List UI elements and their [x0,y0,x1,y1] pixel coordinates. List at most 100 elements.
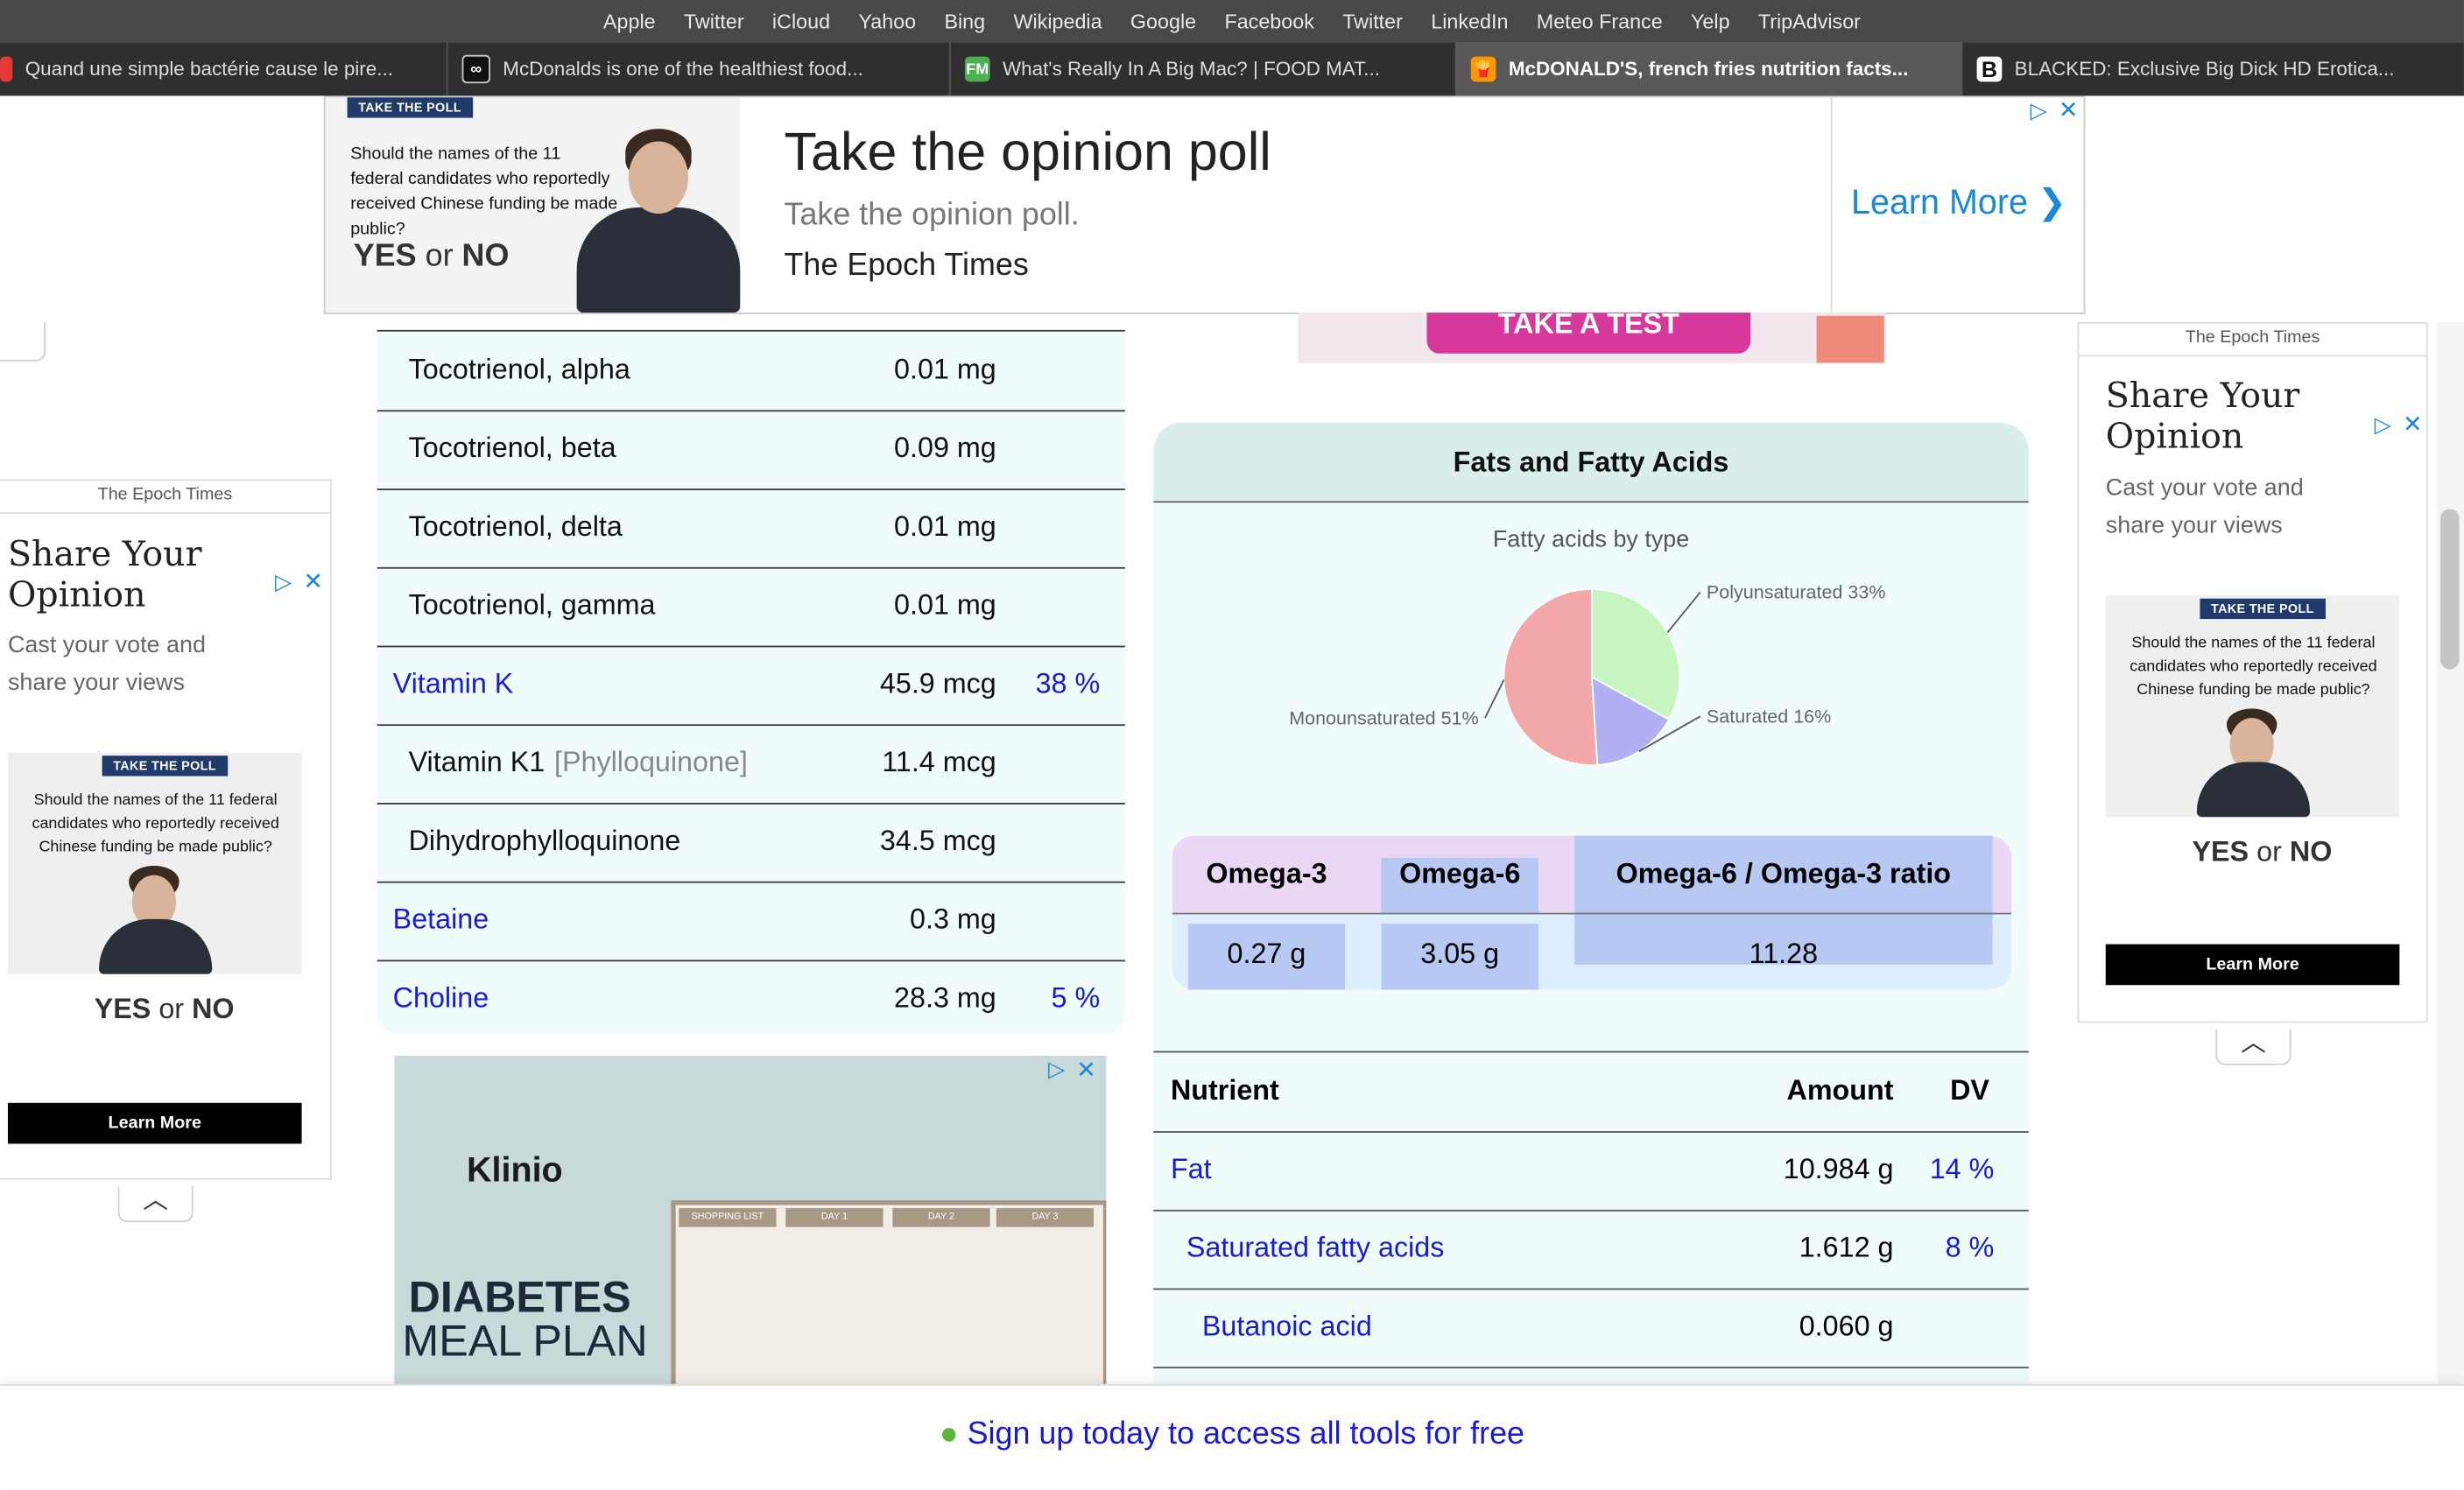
chevron-up-icon[interactable]: ︿ [117,1185,194,1223]
adchoices-icon[interactable]: ▷ [2375,411,2391,439]
table-row[interactable]: Butanoic acid 0.060 g [1153,1289,2029,1369]
fries-icon: 🍟 [1470,56,1496,82]
table-row[interactable]: Saturated fatty acids 1.612 g 8 % [1153,1210,2029,1290]
nutrient-row: Dihydrophylloquinone 34.5 mcg [377,803,1125,883]
pie-label: Polyunsaturated 33% [1707,582,1886,603]
collapse-tab[interactable] [0,321,46,362]
nutrient-row: Tocotrienol, beta 0.09 mg [377,410,1125,490]
nutrient-amount: 28.3 mg [894,981,996,1014]
nutrient-dv: 38 % [1035,667,1101,699]
bookmark-item[interactable]: Facebook [1224,10,1313,33]
face-image [628,141,689,214]
ad-headline[interactable]: Take the opinion poll [785,123,1271,184]
nutrient-name[interactable]: Betaine [393,903,489,937]
learn-more-button[interactable]: Learn More [7,1102,302,1144]
bookmark-item[interactable]: Apple [603,10,656,33]
nutrient-row[interactable]: Vitamin K 45.9 mcg 38 % [377,646,1125,727]
table-row[interactable]: Fat 10.984 g 14 % [1153,1131,2029,1212]
nutrient-name: Tocotrienol, beta [408,432,616,464]
nutrient-amount: 0.3 mg [910,903,996,935]
nutrient-alias: [Phylloquinone] [553,746,748,778]
meal-plan-image: SHOPPING LIST DAY 1 DAY 2 DAY 3 [671,1200,1107,1385]
nutrient-name[interactable]: Fat [1171,1153,1212,1186]
scrollbar-thumb[interactable] [2440,509,2460,670]
tab-strip: Quand une simple bactérie cause le pire.… [0,42,2464,96]
pie-slice [1503,588,1599,766]
signup-bar[interactable]: ● Sign up today to access all tools for … [0,1384,2464,1490]
fatty-acid-pie-chart: Polyunsaturated 33% Saturated 16% Monounsa… [1289,582,1886,766]
nutrient-amount: 0.01 mg [894,588,996,621]
nutrient-name[interactable]: Saturated fatty acids [1186,1232,1444,1265]
partial-banner-ad[interactable]: TAKE A TEST [1298,313,1886,363]
nutrient-name[interactable]: Vitamin K [393,668,514,701]
bookmark-item[interactable]: iCloud [772,10,830,33]
smile-icon [1816,315,1884,363]
nutrient-name: Tocotrienol, gamma [408,588,656,621]
ad-title: DIABETES [408,1272,631,1322]
bookmark-item[interactable]: LinkedIn [1431,10,1508,33]
ad-title[interactable]: Share Your Opinion [2106,377,2373,459]
browser-tab-active[interactable]: 🍟 McDONALD'S, french fries nutrition fac… [1454,42,1963,96]
fm-icon: FM [964,56,990,82]
bookmark-item[interactable]: Meteo France [1537,10,1663,33]
nutrient-name: Dihydrophylloquinone [408,825,681,857]
table-header-row: Nutrient Amount DV [1153,1052,2029,1133]
bookmark-item[interactable]: Bing [944,10,985,33]
adchoices-icon[interactable]: ▷ [1048,1056,1065,1083]
fats-header: Fats and Fatty Acids [1153,422,2029,503]
nutrient-name[interactable]: Butanoic acid [1202,1311,1372,1344]
browser-tab[interactable]: FM What's Really In A Big Mac? | FOOD MA… [949,42,1457,96]
bookmark-item[interactable]: Twitter [1342,10,1403,33]
browser-tab[interactable]: ∞ McDonalds is one of the healthiest foo… [447,42,951,96]
nutrient-dv: 14 % [1929,1153,1995,1185]
top-banner-ad[interactable]: TAKE THE POLL Should the names of the 11… [323,95,2086,314]
nutrient-amount: 0.01 mg [894,510,996,543]
bookmark-item[interactable]: Yelp [1691,10,1730,33]
apple-icon: ● [939,1416,959,1452]
omega6-header: Omega-6 [1399,857,1521,889]
left-side-ad[interactable]: The Epoch Times Share Your Opinion ▷ ✕ C… [0,479,332,1180]
nutrient-amount: 0.060 g [1799,1310,1894,1342]
nutrient-row: Vitamin K1 [Phylloquinone] 11.4 mcg [377,724,1125,805]
omega-box: Omega-3 Omega-6 Omega-6 / Omega-3 ratio … [1172,835,2012,990]
chevron-up-icon[interactable]: ︿ [2215,1029,2292,1065]
learn-more-button[interactable]: Learn More [2105,944,2400,986]
bookmark-item[interactable]: TripAdvisor [1758,10,1861,33]
close-ad-icon[interactable]: ✕ [1076,1056,1096,1085]
take-test-button[interactable]: TAKE A TEST [1426,313,1751,354]
bookmark-item[interactable]: Twitter [684,10,744,33]
poll-image: TAKE THE POLL Should the names of the 11… [2105,595,2400,818]
pie-label: Saturated 16% [1707,706,1831,727]
browser-tab[interactable]: B BLACKED: Exclusive Big Dick HD Erotica… [1961,42,2464,95]
vitamins-panel: Tocotrienol, alpha 0.01 mg Tocotrienol, be… [377,329,1125,1034]
bookmark-item[interactable]: Yahoo [858,10,916,33]
ad-title[interactable]: Share Your Opinion [8,536,275,617]
omega3-header: Omega-3 [1206,857,1327,889]
right-side-ad[interactable]: The Epoch Times Share Your Opinion ▷ ✕ C… [2077,321,2428,1023]
bookmark-item[interactable]: Wikipedia [1013,10,1102,33]
browser-tab[interactable]: Quand une simple bactérie cause le pire.… [0,42,448,96]
poll-header: TAKE THE POLL [347,97,473,118]
adchoices-icon[interactable]: ▷ [275,569,292,596]
nutrient-row[interactable]: Choline 28.3 mg 5 % [377,960,1125,1039]
nutrient-name[interactable]: Choline [393,982,489,1016]
klinio-ad[interactable]: ▷ ✕ Klinio DIABETES MEAL PLAN SHOPPING L… [394,1055,1107,1385]
pie-leader-line [1666,591,1701,633]
nutrient-row[interactable]: Betaine 0.3 mg [377,882,1125,962]
close-ad-icon[interactable]: ✕ [2059,95,2079,124]
adchoices-icon[interactable]: ▷ [2031,97,2047,124]
ad-subheadline: Take the opinion poll. [784,198,1080,233]
yes-or-no: YES or NO [353,238,510,274]
learn-more-link[interactable]: Learn More ❯ [1851,182,2066,223]
ad-divider [1830,97,1833,313]
nutrient-amount: 0.01 mg [894,353,996,385]
close-ad-icon[interactable]: ✕ [303,567,323,596]
signup-link[interactable]: ● Sign up today to access all tools for … [0,1417,2464,1453]
scrollbar-track[interactable] [2437,321,2464,1385]
b-icon: B [1976,56,2003,82]
bookmark-item[interactable]: Google [1130,10,1196,33]
nutrient-row: Tocotrienol, gamma 0.01 mg [377,567,1125,648]
close-ad-icon[interactable]: ✕ [2403,410,2423,439]
ratio-value: 11.28 [1749,938,1819,970]
nutrient-row: Tocotrienol, delta 0.01 mg [377,488,1125,569]
